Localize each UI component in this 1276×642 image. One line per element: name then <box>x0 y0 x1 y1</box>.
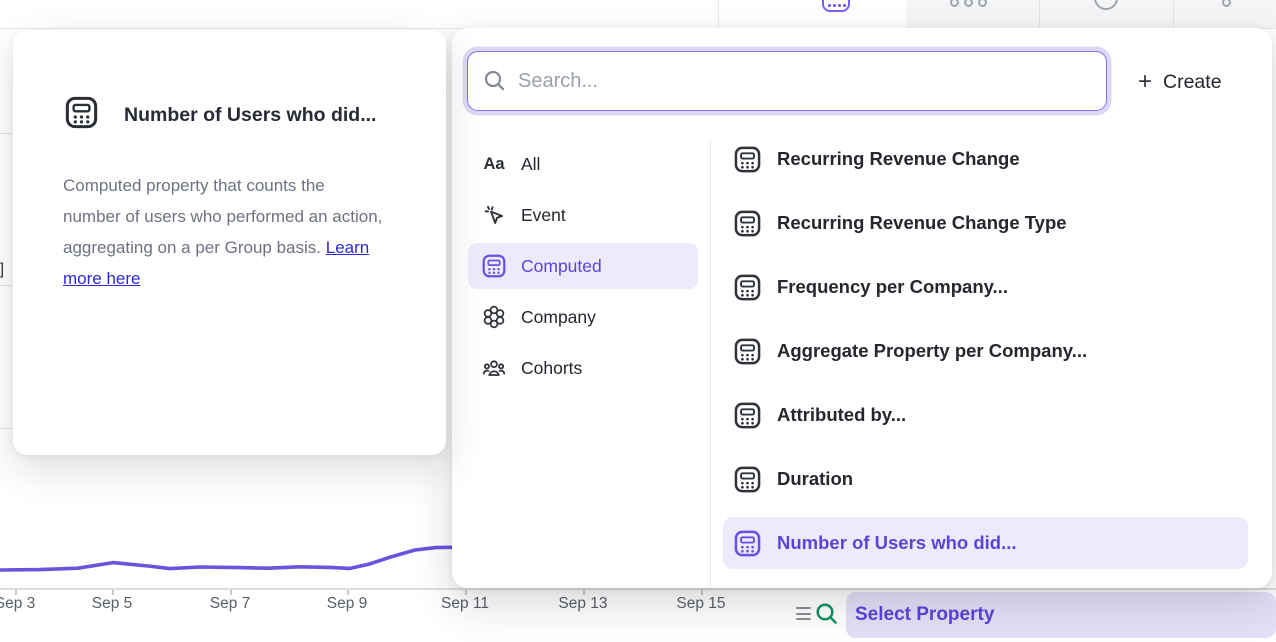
learn-more-link[interactable]: more here <box>63 269 140 288</box>
x-axis-label: Sep 15 <box>669 595 733 613</box>
panel-divider <box>710 140 711 588</box>
axis-tick <box>347 590 349 595</box>
screen: y] Sep 3 Sep 5 Sep 7 Sep 9 Sep 11 Sep 13… <box>0 0 1276 642</box>
category-item-cohorts[interactable]: Cohorts <box>468 345 698 391</box>
calculator-icon <box>734 274 761 301</box>
category-item-event[interactable]: Event <box>468 192 698 238</box>
line-chart-icon <box>822 0 850 12</box>
calculator-icon <box>734 466 761 493</box>
x-axis-label: Sep 11 <box>433 595 497 613</box>
background-row-border <box>0 133 13 134</box>
create-button[interactable]: + Create <box>1138 66 1222 98</box>
drag-handle-icon[interactable] <box>796 607 811 624</box>
axis-tick <box>583 590 585 595</box>
property-row-duration[interactable]: Duration <box>723 453 1248 505</box>
background-row-border <box>0 285 13 286</box>
x-axis-label: Sep 3 <box>0 595 47 613</box>
tab-chart-retention[interactable] <box>1039 0 1173 28</box>
tab-chart-funnel[interactable] <box>1173 0 1276 28</box>
axis-tick <box>465 590 467 595</box>
calculator-icon <box>65 96 98 134</box>
background-row-border <box>0 428 13 429</box>
calculator-icon <box>734 338 761 365</box>
property-row-recurring-revenue-change-type[interactable]: Recurring Revenue Change Type <box>723 197 1248 249</box>
x-axis-label: Sep 13 <box>551 595 615 613</box>
trend-line-chart <box>0 535 470 589</box>
bar-chart-icon <box>950 0 959 7</box>
tab-chart-bar[interactable] <box>906 0 1039 28</box>
calculator-icon <box>482 254 506 278</box>
header-divider <box>718 0 719 28</box>
x-axis-label: Sep 7 <box>198 595 262 613</box>
learn-more-link[interactable]: Learn <box>326 238 369 257</box>
category-item-all[interactable]: Aa All <box>468 141 698 187</box>
axis-tick <box>701 590 703 595</box>
calculator-icon <box>734 210 761 237</box>
property-row-number-of-users-who-did[interactable]: Number of Users who did... <box>723 517 1248 569</box>
property-row-frequency-per-company[interactable]: Frequency per Company... <box>723 261 1248 313</box>
background-clipped-text: y] <box>0 261 4 279</box>
retention-icon <box>1094 0 1118 10</box>
x-axis-line <box>0 588 1276 590</box>
property-row-attributed-by[interactable]: Attributed by... <box>723 389 1248 441</box>
category-list: Aa All Event <box>468 141 698 396</box>
event-cursor-icon <box>482 204 506 227</box>
search-input[interactable] <box>468 52 1106 110</box>
property-picker-panel: + Create Aa All Event <box>452 28 1272 588</box>
property-list: Recurring Revenue Change Recurring Reven… <box>723 133 1248 581</box>
x-axis-label: Sep 9 <box>315 595 379 613</box>
tooltip-title: Number of Users who did... <box>124 104 376 127</box>
funnel-icon <box>1222 0 1231 7</box>
x-axis-label: Sep 5 <box>80 595 144 613</box>
property-search-icon <box>814 601 840 627</box>
select-property-field[interactable]: Select Property <box>846 592 1276 638</box>
plus-icon: + <box>1138 70 1152 94</box>
property-tooltip-card: Number of Users who did... Computed prop… <box>13 30 446 455</box>
text-aa-icon: Aa <box>482 155 506 174</box>
search-box <box>467 51 1107 111</box>
category-item-computed[interactable]: Computed <box>468 243 698 289</box>
select-property-label: Select Property <box>855 604 994 626</box>
cohorts-people-icon <box>482 356 506 380</box>
company-cluster-icon <box>482 305 506 329</box>
axis-tick <box>112 590 114 595</box>
axis-tick <box>15 590 17 595</box>
property-row-aggregate-property-per-company[interactable]: Aggregate Property per Company... <box>723 325 1248 377</box>
tooltip-description: Computed property that counts the number… <box>63 170 382 294</box>
tab-chart-line-active[interactable] <box>768 0 906 28</box>
property-row-recurring-revenue-change[interactable]: Recurring Revenue Change <box>723 133 1248 185</box>
category-item-company[interactable]: Company <box>468 294 698 340</box>
calculator-icon <box>734 402 761 429</box>
axis-tick <box>230 590 232 595</box>
calculator-icon <box>734 530 761 557</box>
calculator-icon <box>734 146 761 173</box>
